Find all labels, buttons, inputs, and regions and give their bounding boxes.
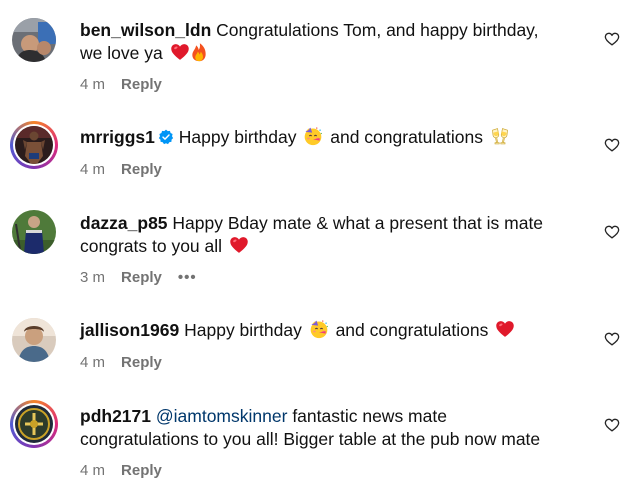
comment-text: congrats to you all — [80, 236, 223, 256]
reply-button[interactable]: Reply — [121, 354, 162, 371]
partying-face-emoji — [303, 126, 323, 146]
avatar[interactable] — [12, 18, 56, 62]
timestamp: 4 m — [80, 354, 106, 371]
comment-text: and congratulations — [330, 127, 483, 147]
avatar-inner — [13, 403, 55, 445]
heart-outline-icon[interactable] — [604, 417, 620, 433]
username[interactable]: pdh2171 — [80, 406, 151, 426]
partying-face-emoji — [309, 319, 329, 339]
avatar-inner — [13, 124, 55, 166]
comment-meta: 4 m Reply — [80, 462, 162, 479]
comment-text: Happy birthday — [178, 127, 297, 147]
comment-meta: 3 m Reply ••• — [80, 269, 197, 286]
heart-outline-icon[interactable] — [604, 224, 620, 240]
comment-body: dazza_p85 Happy Bday mate & what a prese… — [80, 212, 574, 258]
comment-text: Congratulations Tom, and happy birthday, — [216, 20, 539, 40]
username[interactable]: ben_wilson_ldn — [80, 20, 211, 40]
reply-button[interactable]: Reply — [121, 76, 162, 93]
avatar[interactable] — [10, 400, 58, 448]
red-heart-emoji — [229, 235, 249, 255]
avatar[interactable] — [12, 318, 56, 362]
username[interactable]: mrriggs1 — [80, 127, 155, 147]
timestamp: 4 m — [80, 76, 106, 93]
comment-text: congratulations to you all! Bigger table… — [80, 429, 541, 449]
heart-outline-icon[interactable] — [604, 137, 620, 153]
mention-link[interactable]: @iamtomskinner — [156, 406, 288, 426]
clinking-glasses-emoji — [490, 126, 510, 146]
timestamp: 4 m — [80, 161, 106, 178]
comment-text: fantastic news mate — [292, 406, 447, 426]
fire-emoji — [189, 42, 209, 62]
comment-body: pdh2171 @iamtomskinner fantastic news ma… — [80, 405, 574, 451]
red-heart-emoji — [170, 42, 190, 62]
comment-text: we love ya — [80, 43, 163, 63]
timestamp: 3 m — [80, 269, 106, 286]
username[interactable]: jallison1969 — [80, 320, 179, 340]
verified-badge-icon — [158, 129, 174, 145]
more-options-icon[interactable]: ••• — [178, 269, 197, 286]
comment-text: and congratulations — [335, 320, 489, 340]
comment-meta: 4 m Reply — [80, 354, 162, 371]
reply-button[interactable]: Reply — [121, 269, 162, 286]
reply-button[interactable]: Reply — [121, 462, 162, 479]
comment-body: ben_wilson_ldn Congratulations Tom, and … — [80, 19, 574, 65]
comment-text: Happy birthday — [184, 320, 302, 340]
comment-meta: 4 m Reply — [80, 76, 162, 93]
comment-text: Happy Bday mate & what a present that is… — [172, 213, 544, 233]
comment-meta: 4 m Reply — [80, 161, 162, 178]
avatar[interactable] — [10, 121, 58, 169]
heart-outline-icon[interactable] — [604, 31, 620, 47]
avatar[interactable] — [12, 210, 56, 254]
timestamp: 4 m — [80, 462, 106, 479]
heart-outline-icon[interactable] — [604, 331, 620, 347]
red-heart-emoji — [495, 319, 515, 339]
comment-body: mrriggs1 Happy birthday and congratulati… — [80, 126, 574, 149]
comment-body: jallison1969 Happy birthday and congratu… — [80, 319, 574, 342]
username[interactable]: dazza_p85 — [80, 213, 168, 233]
reply-button[interactable]: Reply — [121, 161, 162, 178]
